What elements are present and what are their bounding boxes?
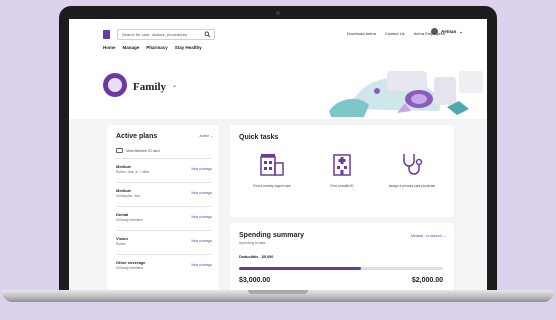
plan-row: Other coverage All family members View c… [116, 254, 212, 278]
chevron-down-icon[interactable]: ⌄ [172, 82, 177, 89]
stethoscope-icon [403, 154, 423, 175]
plan-name: Medical [116, 164, 131, 169]
view-member-id-label: View Member ID card [126, 148, 160, 153]
chevron-down-icon: ⌄ [459, 28, 463, 34]
screen: Search for care, doctors, procedures Dow… [69, 19, 487, 292]
plan-members: Christopher, Jodi [116, 194, 140, 198]
family-avatar-icon [103, 73, 127, 97]
view-member-id-link[interactable]: View Member ID card [116, 148, 160, 153]
plan-members: Robert [116, 242, 126, 246]
task-label: Find a nearby urgent care [253, 184, 291, 188]
chevron-down-icon: ⌄ [443, 234, 446, 238]
hero-banner: Family ⌄ [69, 59, 487, 119]
task-health-id[interactable]: Find a health ID [312, 151, 372, 188]
deductible-progress-bar [239, 267, 443, 270]
aetna-logo[interactable] [103, 30, 110, 39]
plan-row: Medical Robert, Jodi, Jr. + other View c… [116, 158, 212, 182]
plan-row: Vision Robert View coverage [116, 230, 212, 254]
plan-name: Vision [116, 236, 128, 241]
urgent-care-building-icon [260, 154, 284, 176]
network-filter-label: Medical - in network [410, 234, 443, 238]
plan-name: Dental [116, 212, 129, 217]
contact-link[interactable]: Contact Us [385, 31, 405, 36]
user-menu[interactable]: Aetnan ⌄ [430, 28, 463, 35]
plan-row: Medical Christopher, Jodi View coverage [116, 182, 212, 206]
deductible-label: Deductible - $5,000 [239, 255, 274, 259]
chevron-down-icon: ⌄ [210, 134, 213, 138]
spending-summary-card: Spending summary Spending to date Medica… [230, 223, 454, 292]
top-bar: Search for care, doctors, procedures Dow… [69, 19, 487, 59]
laptop-notch [248, 290, 308, 294]
nav-stay-healthy[interactable]: Stay Healthy [175, 45, 202, 50]
plans-filter-label: Active [199, 134, 210, 138]
spending-subtitle: Spending to date [239, 241, 266, 245]
plans-filter-dropdown[interactable]: Active ⌄ [200, 134, 213, 138]
view-coverage-link[interactable]: View coverage [191, 239, 212, 243]
download-link[interactable]: Download Aetna [347, 31, 376, 36]
camera-dot [276, 11, 280, 15]
plan-members: All family members [116, 266, 143, 270]
laptop-lid: Search for care, doctors, procedures Dow… [59, 6, 497, 292]
quick-tasks-card: Quick tasks Find a nearby urgent care Fi… [230, 125, 454, 217]
active-plans-title: Active plans [116, 133, 158, 140]
active-plans-card: Active plans Active ⌄ View Member ID car… [107, 125, 219, 292]
spending-summary-title: Spending summary [239, 232, 304, 239]
view-coverage-link[interactable]: View coverage [191, 263, 212, 267]
hero-illustration [329, 71, 483, 117]
main-nav: Home Manage Pharmacy Stay Healthy [103, 45, 202, 50]
network-filter-dropdown[interactable]: Medical - in network ⌄ [411, 234, 446, 238]
plan-members: All family members [116, 218, 143, 222]
nav-home[interactable]: Home [103, 45, 116, 50]
family-title[interactable]: Family [133, 81, 166, 93]
view-coverage-link[interactable]: View coverage [191, 191, 212, 195]
nav-pharmacy[interactable]: Pharmacy [146, 45, 168, 50]
search-placeholder: Search for care, doctors, procedures [122, 32, 187, 37]
spent-amount: $3,000.00 [239, 277, 271, 284]
user-avatar-icon [430, 28, 438, 35]
id-card-icon [116, 148, 123, 153]
user-name: Aetnan [440, 29, 457, 34]
deductible-progress-fill [239, 267, 362, 270]
task-primary-care[interactable]: Assign a primary care physician [382, 151, 442, 188]
plan-members: Robert, Jodi, Jr. + other [116, 170, 150, 174]
search-icon[interactable] [204, 31, 211, 38]
task-label: Find a health ID [330, 184, 354, 188]
quick-tasks-title: Quick tasks [239, 134, 279, 141]
view-coverage-link[interactable]: View coverage [191, 215, 212, 219]
task-label: Assign a primary care physician [388, 184, 436, 188]
plan-name: Other coverage [116, 260, 146, 265]
nav-manage[interactable]: Manage [123, 45, 140, 50]
plan-name: Medical [116, 188, 131, 193]
task-urgent-care[interactable]: Find a nearby urgent care [242, 151, 302, 188]
plan-row: Dental All family members View coverage [116, 206, 212, 230]
search-input[interactable]: Search for care, doctors, procedures [117, 29, 215, 40]
hospital-building-icon [333, 154, 351, 176]
view-coverage-link[interactable]: View coverage [191, 167, 212, 171]
remaining-amount: $2,000.00 [411, 277, 443, 284]
